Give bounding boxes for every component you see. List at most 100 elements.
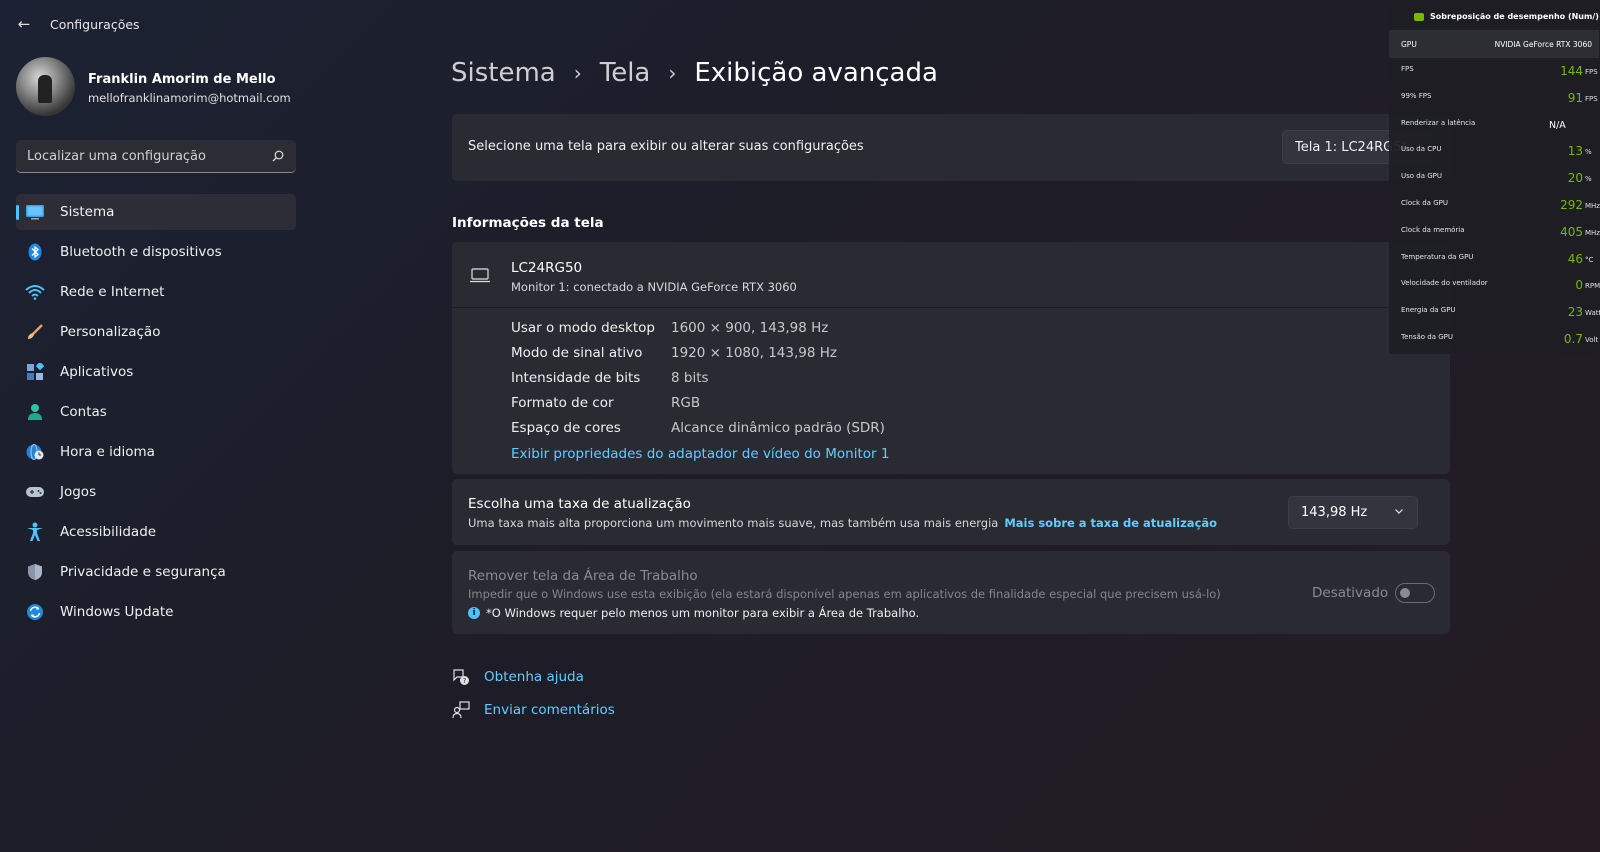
sidebar-item-acessibilidade[interactable]: Acessibilidade — [16, 514, 296, 550]
display-info-rows: Usar o modo desktop 1600 × 900, 143,98 H… — [511, 320, 885, 445]
metric-value: 0 — [1575, 278, 1583, 293]
refresh-rate-dropdown[interactable]: 143,98 Hz — [1288, 496, 1418, 529]
toggle-state-label: Desativado — [1312, 585, 1389, 601]
info-value: 1600 × 900, 143,98 Hz — [671, 320, 829, 336]
metric-unit: FPS — [1585, 94, 1598, 103]
profile-email: mellofranklinamorim@hotmail.com — [88, 91, 291, 105]
sidebar-item-sistema[interactable]: Sistema — [16, 194, 296, 230]
overlay-header: Sobreposição de desempenho (Num/) — [1389, 6, 1599, 28]
gamepad-icon — [25, 482, 45, 502]
remove-display-toggle[interactable] — [1395, 583, 1435, 603]
overlay-metric-row: 99% FPS 91 FPS — [1389, 88, 1599, 115]
performance-overlay: Sobreposição de desempenho (Num/) GPU NV… — [1389, 6, 1600, 354]
title-bar: ← Configurações — [0, 0, 1600, 48]
metric-label: Energia da GPU — [1401, 306, 1456, 315]
help-chat-icon: ? — [453, 669, 469, 685]
refresh-rate-description: Uma taxa mais alta proporciona um movime… — [468, 516, 1217, 530]
monitor-connection: Monitor 1: conectado a NVIDIA GeForce RT… — [511, 280, 797, 294]
info-value: 8 bits — [671, 370, 709, 386]
sidebar-item-rede[interactable]: Rede e Internet — [16, 274, 296, 310]
user-profile[interactable]: Franklin Amorim de Mello mellofranklinam… — [16, 57, 316, 117]
sidebar-item-aplicativos[interactable]: Aplicativos — [16, 354, 296, 390]
metric-value: N/A — [1549, 119, 1566, 131]
sidebar-item-label: Sistema — [60, 204, 115, 220]
display-info-header: LC24RG50 Monitor 1: conectado a NVIDIA G… — [452, 242, 1450, 308]
sidebar-item-label: Contas — [60, 404, 107, 420]
metric-unit: FPS — [1585, 68, 1598, 76]
breadcrumb-sistema[interactable]: Sistema — [451, 58, 556, 88]
info-key: Modo de sinal ativo — [511, 345, 643, 361]
monitor-icon — [25, 202, 45, 222]
breadcrumb-tela[interactable]: Tela — [600, 58, 651, 88]
info-key: Formato de cor — [511, 395, 614, 411]
monitor-name: LC24RG50 — [511, 260, 583, 276]
search-icon[interactable] — [272, 150, 284, 162]
metric-value: 20 — [1567, 171, 1583, 186]
metric-value: 91 — [1567, 90, 1583, 105]
update-icon — [25, 602, 45, 622]
display-select-label: Selecione uma tela para exibir ou altera… — [468, 139, 864, 154]
sidebar-nav: Sistema Bluetooth e dispositivos Rede e … — [16, 194, 296, 634]
overlay-metric-row: Uso da GPU 20 % — [1389, 168, 1599, 195]
info-key: Usar o modo desktop — [511, 320, 655, 336]
sidebar-item-label: Aplicativos — [60, 364, 134, 380]
info-icon: i — [468, 607, 480, 619]
sidebar-item-contas[interactable]: Contas — [16, 394, 296, 430]
metric-unit: % — [1585, 148, 1592, 157]
overlay-gpu-value: NVIDIA GeForce RTX 3060 — [1494, 40, 1592, 49]
toggle-knob — [1400, 588, 1410, 598]
info-value: RGB — [671, 395, 701, 411]
sidebar-item-label: Personalização — [60, 324, 161, 340]
breadcrumb: Sistema › Tela › Exibição avançada — [451, 58, 938, 88]
adapter-properties-link[interactable]: Exibir propriedades do adaptador de víde… — [511, 446, 889, 462]
refresh-rate-card: Escolha uma taxa de atualização Uma taxa… — [452, 479, 1450, 545]
search-input[interactable] — [16, 140, 296, 172]
display-info-card: LC24RG50 Monitor 1: conectado a NVIDIA G… — [452, 242, 1450, 474]
info-value: 1920 × 1080, 143,98 Hz — [671, 345, 837, 361]
overlay-metric-row: Renderizar a latência N/A — [1389, 115, 1599, 142]
overlay-metric-row: FPS 144 FPS — [1389, 61, 1599, 88]
sidebar-item-privacidade[interactable]: Privacidade e segurança — [16, 554, 296, 590]
avatar[interactable] — [16, 57, 75, 116]
brush-icon — [25, 322, 45, 342]
sidebar-item-label: Bluetooth e dispositivos — [60, 244, 222, 260]
sidebar-item-bluetooth[interactable]: Bluetooth e dispositivos — [16, 234, 296, 270]
sidebar-item-label: Jogos — [60, 484, 97, 500]
sidebar-item-hora-idioma[interactable]: Hora e idioma — [16, 434, 296, 470]
remove-display-note: i *O Windows requer pelo menos um monito… — [468, 606, 919, 620]
page-title: Exibição avançada — [694, 58, 938, 88]
apps-icon — [25, 362, 45, 382]
breadcrumb-separator: › — [668, 61, 677, 85]
nvidia-logo-icon — [1414, 13, 1424, 21]
metric-value: 13 — [1567, 144, 1583, 159]
sidebar-item-jogos[interactable]: Jogos — [16, 474, 296, 510]
refresh-rate-link[interactable]: Mais sobre a taxa de atualização — [1004, 516, 1217, 530]
overlay-metric-row: Velocidade do ventilador 0 RPM — [1389, 275, 1600, 302]
back-button[interactable]: ← — [14, 14, 34, 34]
svg-text:?: ? — [463, 677, 467, 685]
metric-unit: °C — [1585, 255, 1594, 264]
metric-value: 23 — [1567, 305, 1583, 320]
metric-value: 405 — [1560, 224, 1583, 239]
laptop-icon — [470, 268, 490, 283]
refresh-rate-title: Escolha uma taxa de atualização — [468, 496, 691, 512]
person-icon — [25, 402, 45, 422]
info-value: Alcance dinâmico padrão (SDR) — [671, 420, 885, 436]
display-select-card: Selecione uma tela para exibir ou altera… — [452, 114, 1450, 181]
remove-display-card: Remover tela da Área de Trabalho Impedir… — [452, 551, 1450, 634]
remove-display-title: Remover tela da Área de Trabalho — [468, 568, 698, 584]
metric-unit: RPM — [1585, 282, 1600, 291]
info-row: Usar o modo desktop 1600 × 900, 143,98 H… — [511, 320, 885, 345]
metric-label: 99% FPS — [1401, 91, 1432, 100]
sidebar-item-personalizacao[interactable]: Personalização — [16, 314, 296, 350]
profile-name: Franklin Amorim de Mello — [88, 72, 276, 87]
info-row: Modo de sinal ativo 1920 × 1080, 143,98 … — [511, 345, 885, 370]
sidebar-item-windows-update[interactable]: Windows Update — [16, 594, 296, 630]
info-row: Intensidade de bits 8 bits — [511, 370, 885, 395]
sidebar-item-label: Hora e idioma — [60, 444, 155, 460]
remove-display-note-text: *O Windows requer pelo menos um monitor … — [486, 606, 920, 620]
metric-unit: MHz — [1585, 201, 1600, 210]
metric-label: Clock da memória — [1401, 225, 1465, 234]
metric-label: Velocidade do ventilador — [1401, 279, 1488, 288]
info-key: Espaço de cores — [511, 420, 621, 436]
